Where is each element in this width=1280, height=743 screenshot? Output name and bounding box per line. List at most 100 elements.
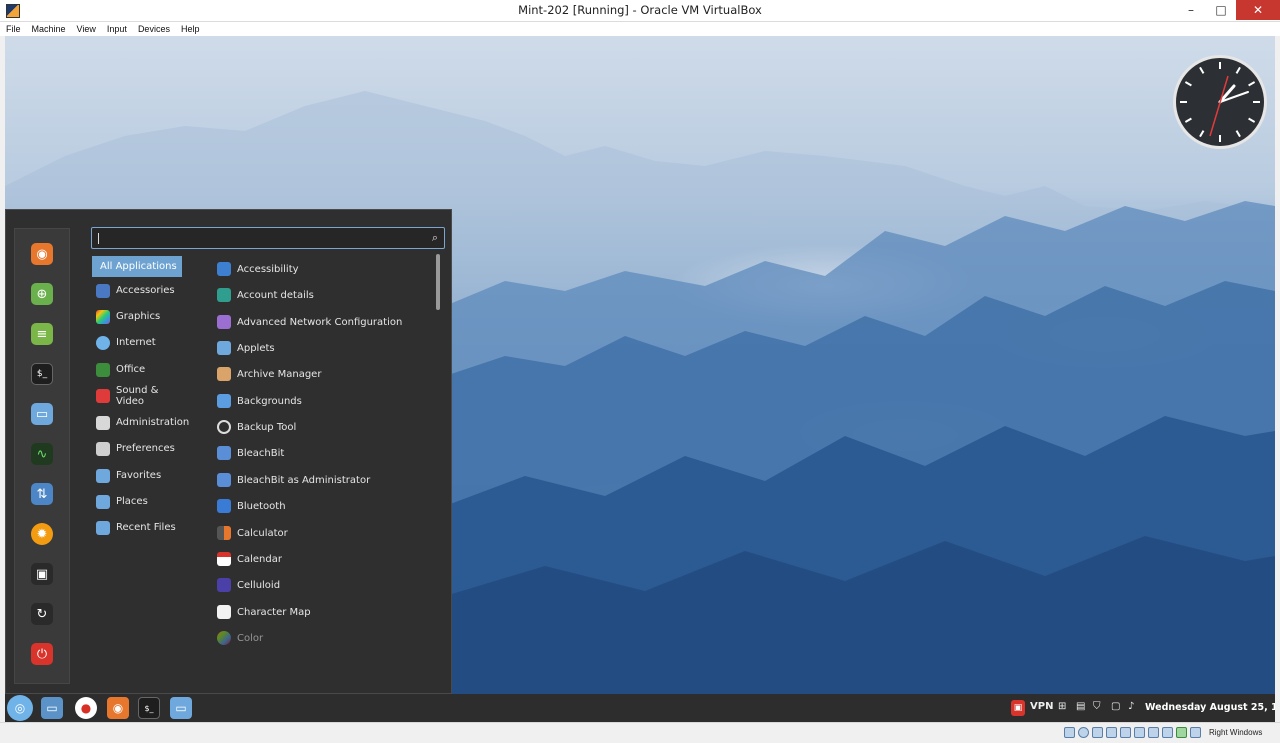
favorite-software-manager[interactable]: ⊕ <box>31 283 53 305</box>
panel-clock[interactable]: Wednesday August 25, 19:35 <box>1145 702 1275 713</box>
window-title: Mint-202 [Running] - Oracle VM VirtualBo… <box>518 3 762 17</box>
network-adapter-icon[interactable] <box>1106 727 1117 738</box>
internet-icon <box>96 335 110 350</box>
shutdown-button[interactable]: ⏻ <box>31 643 53 665</box>
app-label: Backup Tool <box>237 421 297 433</box>
app-archive-manager[interactable]: Archive Manager <box>217 363 321 385</box>
network-tray-icon[interactable]: ⊞ <box>1058 701 1066 712</box>
hard-disk-icon[interactable] <box>1064 727 1075 738</box>
taskbar-terminal[interactable]: $_ <box>138 697 160 719</box>
power-icon: ⏻ <box>36 646 48 662</box>
app-label: Backgrounds <box>237 395 302 407</box>
character-map-icon <box>217 605 231 619</box>
display-icon[interactable] <box>1148 727 1159 738</box>
close-button[interactable]: ✕ <box>1236 0 1280 20</box>
taskbar-chrome[interactable]: ● <box>75 697 97 719</box>
category-accessories[interactable]: Accessories <box>92 280 182 301</box>
account-icon <box>217 288 231 302</box>
text-cursor <box>98 233 99 244</box>
app-bluetooth[interactable]: Bluetooth <box>217 495 286 517</box>
host-statusbar: Right Windows <box>0 722 1280 743</box>
favorite-system-monitor[interactable]: ∿ <box>31 443 53 465</box>
shared-folders-icon[interactable] <box>1134 727 1145 738</box>
video-capture-icon[interactable] <box>1162 727 1173 738</box>
cpu-activity-icon[interactable] <box>1176 727 1187 738</box>
administration-icon <box>96 415 110 430</box>
volume-tray-icon[interactable]: ♪ <box>1128 701 1134 712</box>
guest-desktop[interactable]: ◉ ⊕ ≡ $_ ▭ ∿ ⇅ ✹ ▣ ↻ ⏻ ⌕ All Application… <box>5 36 1275 722</box>
applets-icon <box>217 341 231 355</box>
mint-menu-button[interactable]: ◎ <box>7 695 33 721</box>
app-calendar[interactable]: Calendar <box>217 548 282 570</box>
app-backgrounds[interactable]: Backgrounds <box>217 390 302 412</box>
taskbar-folder[interactable]: ▭ <box>170 697 192 719</box>
menu-devices[interactable]: Devices <box>138 24 170 34</box>
favorite-xsane[interactable]: ✹ <box>31 523 53 545</box>
category-preferences[interactable]: Preferences <box>92 438 182 459</box>
taskbar-files[interactable]: ▭ <box>41 697 63 719</box>
app-label: BleachBit <box>237 447 285 459</box>
app-bleachbit[interactable]: BleachBit <box>217 442 284 464</box>
app-label: Calendar <box>237 553 282 565</box>
app-label: Applets <box>237 342 275 354</box>
app-backup-tool[interactable]: Backup Tool <box>217 416 296 438</box>
category-recent-files[interactable]: Recent Files <box>92 517 182 538</box>
category-sound-video[interactable]: Sound & Video <box>92 385 182 407</box>
vpn-tray-button[interactable]: ▣ <box>1011 700 1025 716</box>
app-label: Account details <box>237 289 314 301</box>
sound-video-icon <box>96 388 110 403</box>
menu-file[interactable]: File <box>6 24 21 34</box>
apps-scrollbar[interactable] <box>436 254 440 310</box>
category-favorites[interactable]: Favorites <box>92 465 182 486</box>
category-label: Internet <box>116 337 156 348</box>
favorite-firefox[interactable]: ◉ <box>31 243 53 265</box>
vpn-label[interactable]: VPN <box>1030 701 1053 712</box>
favorite-update-manager[interactable]: ⇅ <box>31 483 53 505</box>
search-icon: ⌕ <box>431 231 438 244</box>
category-all-applications[interactable]: All Applications <box>92 256 182 277</box>
category-label: Preferences <box>116 443 175 454</box>
backup-icon <box>217 420 231 434</box>
desklet-clock[interactable] <box>1173 55 1267 149</box>
menu-help[interactable]: Help <box>181 24 200 34</box>
maximize-button[interactable]: □ <box>1206 0 1236 20</box>
clipboard-tray-icon[interactable]: ▤ <box>1076 701 1085 712</box>
usb-icon[interactable] <box>1120 727 1131 738</box>
app-celluloid[interactable]: Celluloid <box>217 574 280 596</box>
app-account-details[interactable]: Account details <box>217 284 314 306</box>
app-label: Advanced Network Configuration <box>237 316 403 328</box>
optical-drive-icon[interactable] <box>1078 727 1089 738</box>
logout-button[interactable]: ↻ <box>31 603 53 625</box>
app-label: Celluloid <box>237 579 281 591</box>
mouse-integration-icon[interactable] <box>1190 727 1201 738</box>
updates-tray-icon[interactable]: ▢ <box>1111 701 1120 712</box>
taskbar-firefox[interactable]: ◉ <box>107 697 129 719</box>
favorite-files[interactable]: ▭ <box>31 403 53 425</box>
minimize-button[interactable]: – <box>1176 0 1206 20</box>
app-bleachbit-as-administrator[interactable]: BleachBit as Administrator <box>217 469 370 491</box>
app-applets[interactable]: Applets <box>217 337 275 359</box>
menu-view[interactable]: View <box>77 24 96 34</box>
app-calculator[interactable]: Calculator <box>217 522 288 544</box>
app-accessibility[interactable]: Accessibility <box>217 258 299 280</box>
category-graphics[interactable]: Graphics <box>92 306 182 327</box>
category-internet[interactable]: Internet <box>92 332 182 353</box>
favorite-settings[interactable]: ≡ <box>31 323 53 345</box>
files-icon: ▭ <box>46 701 58 715</box>
app-character-map[interactable]: Character Map <box>217 601 311 623</box>
settings-icon: ≡ <box>36 326 48 342</box>
lock-screen-button[interactable]: ▣ <box>31 563 53 585</box>
audio-icon[interactable] <box>1092 727 1103 738</box>
category-administration[interactable]: Administration <box>92 412 189 433</box>
logout-icon: ↻ <box>36 606 48 622</box>
app-color[interactable]: Color <box>217 627 263 649</box>
favorite-terminal[interactable]: $_ <box>31 363 53 385</box>
app-advanced-network-configuration[interactable]: Advanced Network Configuration <box>217 311 402 333</box>
shield-tray-icon[interactable]: ⛉ <box>1093 701 1101 712</box>
menu-machine[interactable]: Machine <box>32 24 66 34</box>
category-places[interactable]: Places <box>92 491 182 512</box>
folder-icon <box>96 520 110 535</box>
menu-search-input[interactable]: ⌕ <box>91 227 445 249</box>
menu-input[interactable]: Input <box>107 24 127 34</box>
category-office[interactable]: Office <box>92 359 182 380</box>
